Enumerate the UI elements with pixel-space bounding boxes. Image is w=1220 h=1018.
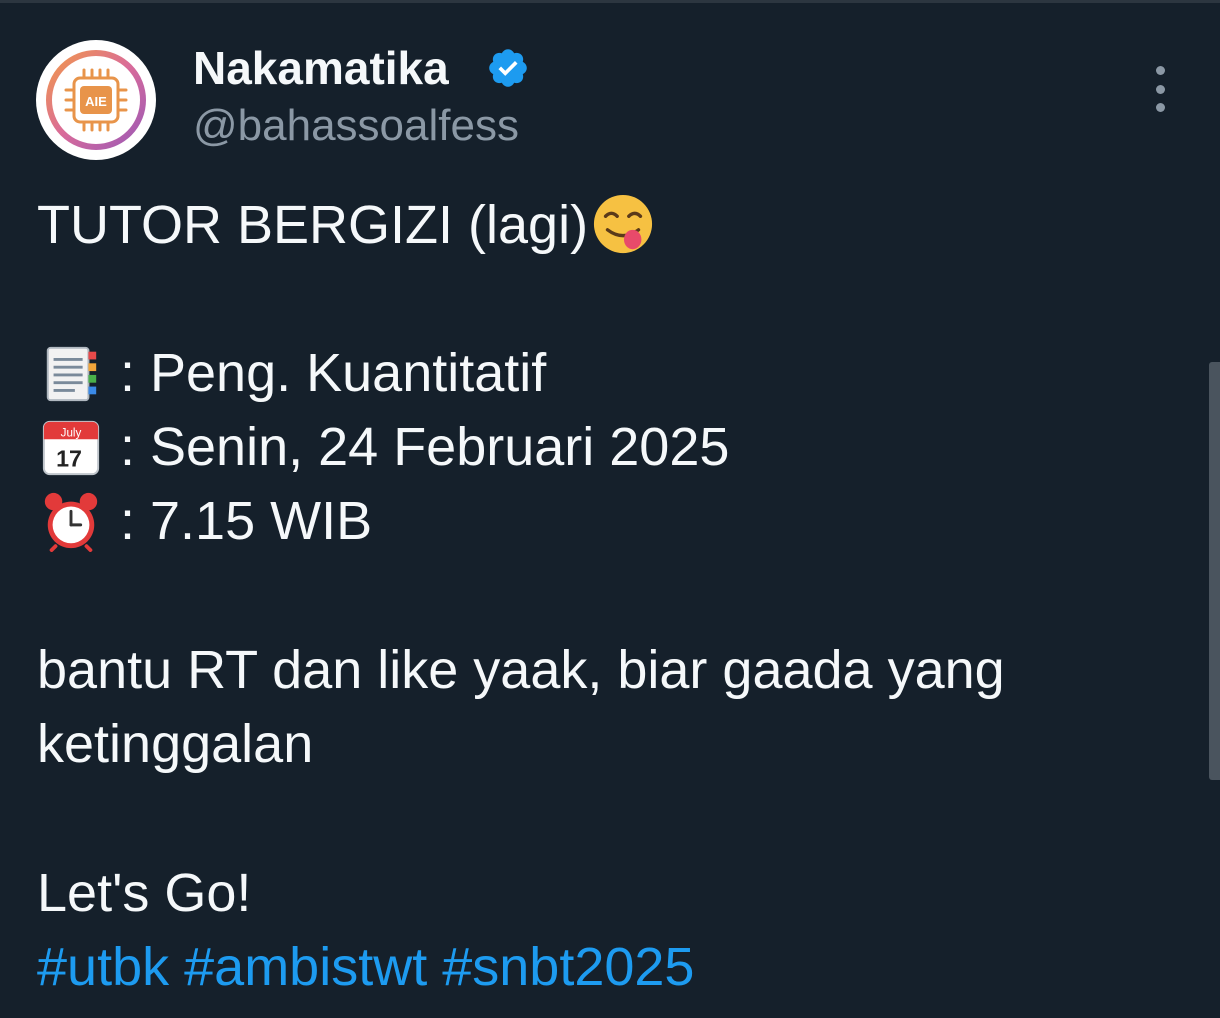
calendar-icon: July 17 [42,420,100,476]
body-line-1: bantu RT dan like yaak, biar gaada yang [37,640,1005,700]
subject-row: : Peng. Kuantitatif [40,336,546,410]
hashtag-link[interactable]: #snbt2025 [442,937,694,997]
calendar-month: July [61,426,82,439]
time-text: : 7.15 WIB [120,491,373,551]
more-dot-icon [1155,103,1165,112]
display-name[interactable]: Nakamatika [193,40,449,96]
more-dot-icon [1155,84,1165,94]
closing-line: Let's Go! [37,863,252,923]
more-options-button[interactable] [1140,66,1180,112]
hashtags-line: #utbk #ambistwt #snbt2025 [37,930,694,1004]
bookmark-tabs-icon [46,346,97,402]
verified-badge-icon [489,49,527,87]
subject-text: : Peng. Kuantitatif [120,343,547,403]
avatar[interactable]: AIE [36,40,156,160]
yum-face-icon [594,194,653,254]
handle[interactable]: @bahassoalfess [193,98,519,154]
body-line-2: ketinggalan [37,714,314,774]
time-row: : 7.15 WIB [40,484,372,558]
date-row: July 17 : Senin, 24 Februari 2025 [40,410,729,484]
avatar-text: AIE [85,94,107,109]
tweet-title-line: TUTOR BERGIZI (lagi) [37,188,654,262]
tweet-title: TUTOR BERGIZI (lagi) [37,195,589,255]
top-divider [0,0,1220,3]
more-dot-icon [1155,66,1165,75]
alarm-clock-icon [44,492,98,552]
aie-logo-icon: AIE [43,47,149,153]
scrollbar[interactable] [1209,362,1220,780]
hashtag-link[interactable]: #ambistwt [184,937,427,997]
date-text: : Senin, 24 Februari 2025 [120,417,730,477]
calendar-day: 17 [56,445,82,471]
hashtag-link[interactable]: #utbk [37,937,169,997]
